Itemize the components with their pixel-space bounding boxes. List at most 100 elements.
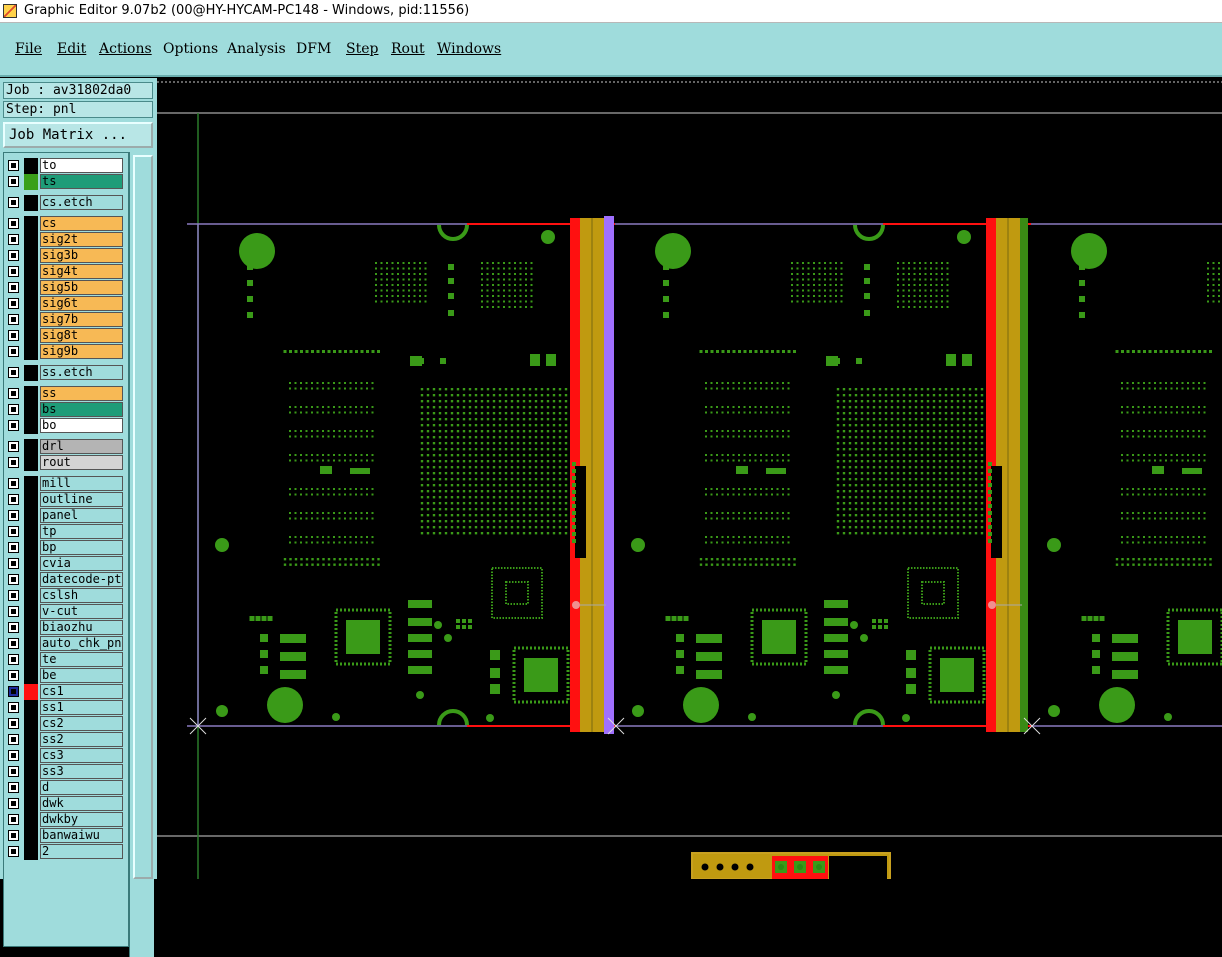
layer-checkbox[interactable]	[8, 298, 19, 309]
layer-row-cs-etch[interactable]: cs.etch	[6, 195, 126, 211]
layer-row-v-cut[interactable]: v-cut	[6, 604, 126, 620]
layer-name[interactable]: biaozhu	[40, 620, 123, 635]
graphic-canvas[interactable]	[157, 78, 1222, 879]
layer-name[interactable]: cs2	[40, 716, 123, 731]
layer-checkbox[interactable]	[8, 750, 19, 761]
layer-name[interactable]: dwkby	[40, 812, 123, 827]
layer-color-swatch[interactable]	[24, 402, 38, 418]
layer-checkbox[interactable]	[8, 314, 19, 325]
layer-name[interactable]: cslsh	[40, 588, 123, 603]
layer-name[interactable]: auto_chk_pnl	[40, 636, 123, 651]
layer-row-sig7b[interactable]: sig7b	[6, 312, 126, 328]
layer-row-cs[interactable]: cs	[6, 216, 126, 232]
layer-name[interactable]: datecode-pto	[40, 572, 123, 587]
menu-actions[interactable]: Actions	[99, 41, 152, 57]
layer-color-swatch[interactable]	[24, 796, 38, 812]
layer-checkbox[interactable]	[8, 718, 19, 729]
layer-row-cslsh[interactable]: cslsh	[6, 588, 126, 604]
layer-row-sig8t[interactable]: sig8t	[6, 328, 126, 344]
layer-name[interactable]: cs	[40, 216, 123, 231]
layer-name[interactable]: sig6t	[40, 296, 123, 311]
layer-checkbox[interactable]	[8, 388, 19, 399]
layer-color-swatch[interactable]	[24, 540, 38, 556]
layer-checkbox[interactable]	[8, 420, 19, 431]
layer-checkbox[interactable]	[8, 218, 19, 229]
layer-name[interactable]: bs	[40, 402, 123, 417]
layer-checkbox[interactable]	[8, 160, 19, 171]
layer-checkbox[interactable]	[8, 558, 19, 569]
layer-checkbox[interactable]	[8, 686, 19, 697]
layer-checkbox[interactable]	[8, 830, 19, 841]
layer-name[interactable]: mill	[40, 476, 123, 491]
layer-color-swatch[interactable]	[24, 296, 38, 312]
layer-checkbox[interactable]	[8, 266, 19, 277]
layer-color-swatch[interactable]	[24, 216, 38, 232]
menu-edit[interactable]: Edit	[57, 41, 86, 57]
layer-row-auto-chk-pnl[interactable]: auto_chk_pnl	[6, 636, 126, 652]
layer-color-swatch[interactable]	[24, 418, 38, 434]
layer-checkbox[interactable]	[8, 542, 19, 553]
layer-name[interactable]: cs.etch	[40, 195, 123, 210]
layer-color-swatch[interactable]	[24, 158, 38, 174]
layer-checkbox[interactable]	[8, 526, 19, 537]
layer-row-mill[interactable]: mill	[6, 476, 126, 492]
menu-file[interactable]: File	[15, 41, 42, 57]
layer-color-swatch[interactable]	[24, 455, 38, 471]
layer-row-cvia[interactable]: cvia	[6, 556, 126, 572]
layer-checkbox[interactable]	[8, 367, 19, 378]
layer-row-ts[interactable]: ts	[6, 174, 126, 190]
layer-color-swatch[interactable]	[24, 248, 38, 264]
layer-row-dwkby[interactable]: dwkby	[6, 812, 126, 828]
layer-color-swatch[interactable]	[24, 195, 38, 211]
layer-row-d[interactable]: d	[6, 780, 126, 796]
layer-row-panel[interactable]: panel	[6, 508, 126, 524]
pcb-panel-view[interactable]	[157, 78, 1222, 879]
layer-checkbox[interactable]	[8, 846, 19, 857]
menu-windows[interactable]: Windows	[437, 41, 501, 57]
layer-name[interactable]: banwaiwu	[40, 828, 123, 843]
layer-checkbox[interactable]	[8, 574, 19, 585]
layer-row-ss[interactable]: ss	[6, 386, 126, 402]
layer-row-tp[interactable]: tp	[6, 524, 126, 540]
menu-analysis[interactable]: Analysis	[227, 41, 286, 57]
layer-color-swatch[interactable]	[24, 344, 38, 360]
layer-name[interactable]: drl	[40, 439, 123, 454]
layer-checkbox[interactable]	[8, 734, 19, 745]
layer-checkbox[interactable]	[8, 404, 19, 415]
layer-checkbox[interactable]	[8, 766, 19, 777]
layer-checkbox[interactable]	[8, 478, 19, 489]
layer-name[interactable]: cvia	[40, 556, 123, 571]
layer-name[interactable]: cs3	[40, 748, 123, 763]
menu-options[interactable]: Options	[163, 41, 218, 57]
layer-checkbox[interactable]	[8, 590, 19, 601]
layer-row-sig4t[interactable]: sig4t	[6, 264, 126, 280]
layer-list-scrollbar[interactable]	[129, 152, 154, 957]
layer-color-swatch[interactable]	[24, 572, 38, 588]
layer-name[interactable]: outline	[40, 492, 123, 507]
layer-row-bo[interactable]: bo	[6, 418, 126, 434]
layer-row-ss-etch[interactable]: ss.etch	[6, 365, 126, 381]
layer-name[interactable]: ss1	[40, 700, 123, 715]
layer-name[interactable]: sig9b	[40, 344, 123, 359]
layer-checkbox[interactable]	[8, 250, 19, 261]
layer-checkbox[interactable]	[8, 638, 19, 649]
layer-color-swatch[interactable]	[24, 780, 38, 796]
layer-color-swatch[interactable]	[24, 700, 38, 716]
scrollbar-thumb[interactable]	[133, 155, 153, 879]
layer-row-te[interactable]: te	[6, 652, 126, 668]
layer-checkbox[interactable]	[8, 670, 19, 681]
layer-color-swatch[interactable]	[24, 386, 38, 402]
layer-color-swatch[interactable]	[24, 365, 38, 381]
layer-color-swatch[interactable]	[24, 492, 38, 508]
layer-color-swatch[interactable]	[24, 604, 38, 620]
layer-checkbox[interactable]	[8, 494, 19, 505]
layer-color-swatch[interactable]	[24, 684, 38, 700]
layer-name[interactable]: v-cut	[40, 604, 123, 619]
layer-name[interactable]: sig8t	[40, 328, 123, 343]
layer-checkbox[interactable]	[8, 782, 19, 793]
layer-name[interactable]: ss.etch	[40, 365, 123, 380]
layer-checkbox[interactable]	[8, 622, 19, 633]
layer-color-swatch[interactable]	[24, 764, 38, 780]
layer-row-bp[interactable]: bp	[6, 540, 126, 556]
layer-color-swatch[interactable]	[24, 439, 38, 455]
